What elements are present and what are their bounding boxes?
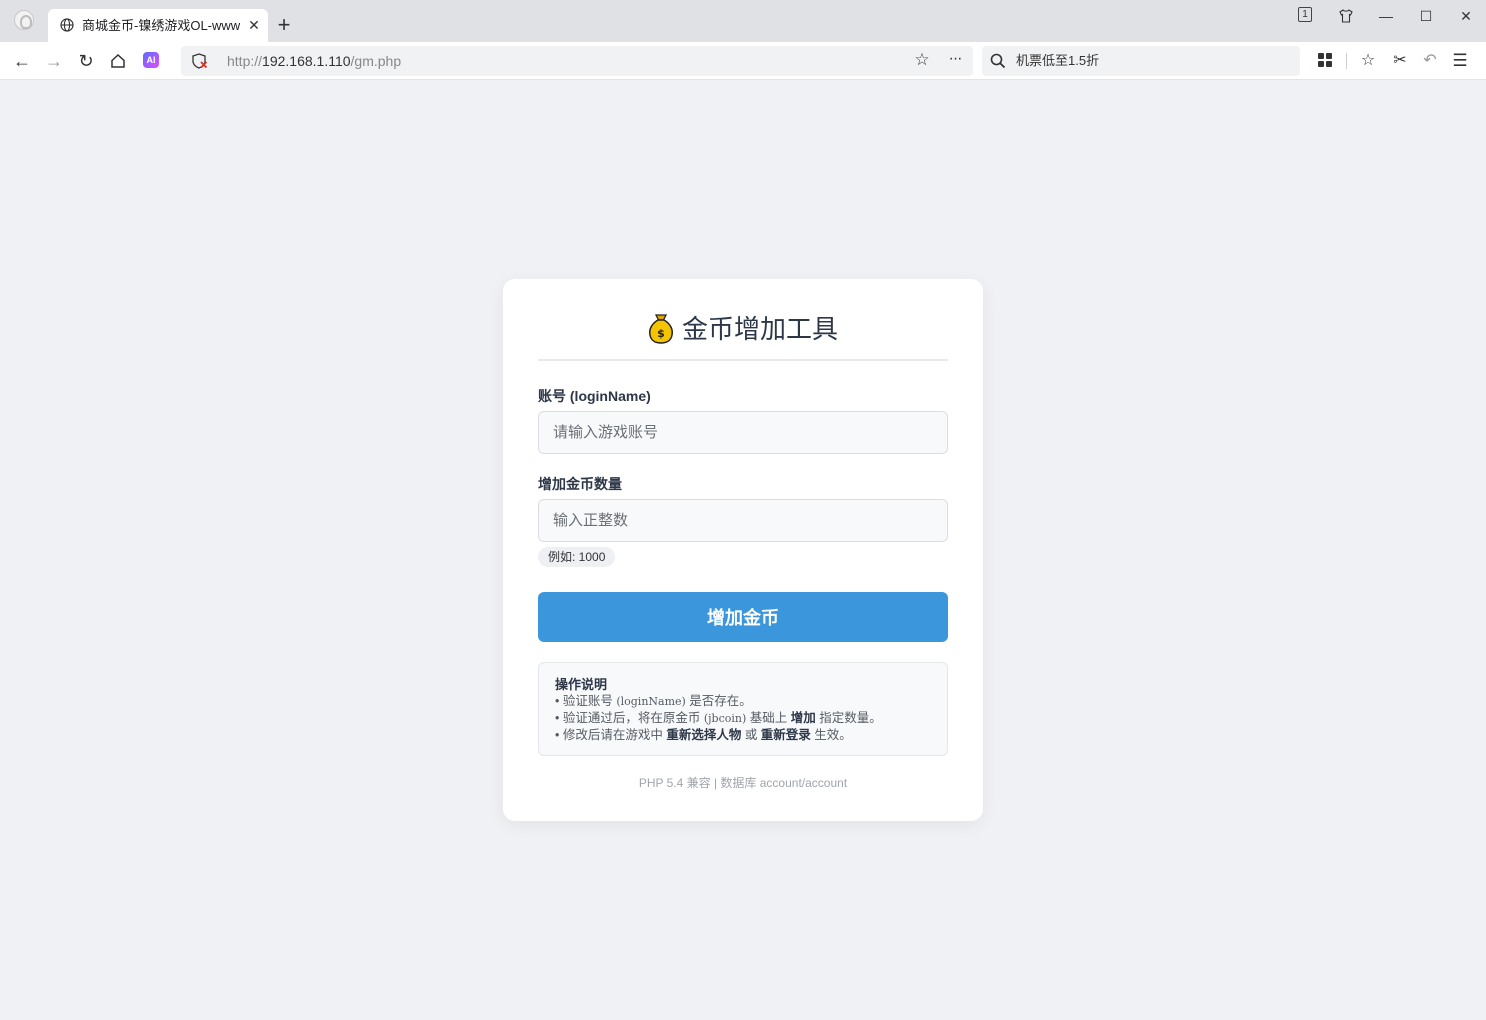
insecure-shield-icon[interactable]	[192, 53, 208, 69]
shirt-skin-icon[interactable]	[1334, 6, 1358, 26]
scissors-icon[interactable]: ✂	[1389, 50, 1411, 72]
favorites-list-icon[interactable]: ☆	[1357, 50, 1379, 72]
search-icon	[990, 53, 1006, 69]
back-icon[interactable]: ←	[11, 50, 33, 72]
url-text[interactable]: http://192.168.1.110/gm.php	[227, 53, 401, 69]
instructions-box: 操作说明 • 验证账号 (loginName) 是否存在。 • 验证通过后，将在…	[538, 662, 948, 756]
menu-icon[interactable]: ☰	[1449, 50, 1471, 72]
add-coins-button[interactable]: 增加金币	[538, 592, 948, 642]
apps-grid-icon[interactable]	[1318, 53, 1332, 67]
more-options-icon[interactable]: ···	[945, 50, 965, 70]
svg-text:$: $	[657, 327, 665, 340]
browser-toolbar: ← → ↻ AI http://192.168.1.110/gm.php ☆ ·…	[0, 42, 1486, 80]
new-tab-button[interactable]: +	[274, 14, 294, 36]
undo-icon[interactable]: ↶	[1419, 50, 1441, 72]
url-path: /gm.php	[350, 53, 402, 69]
ai-assistant-icon[interactable]: AI	[143, 52, 159, 68]
amount-label: 增加金币数量	[538, 476, 622, 492]
reload-icon[interactable]: ↻	[75, 50, 97, 72]
instructions-title: 操作说明	[555, 677, 608, 692]
browser-tab-active[interactable]: 商城金币-镍绣游戏OL-www. ✕	[48, 9, 268, 42]
coin-tool-card: $ 金币增加工具 账号 (loginName) 增加金币数量 例如: 1000 …	[503, 279, 983, 821]
account-label: 账号 (loginName)	[538, 388, 651, 404]
tab-title: 商城金币-镍绣游戏OL-www.	[82, 18, 240, 33]
account-input[interactable]	[538, 411, 948, 454]
money-bag-icon: $	[649, 314, 673, 344]
tab-count-badge[interactable]: 1	[1298, 7, 1312, 22]
home-icon[interactable]	[107, 50, 129, 72]
globe-icon	[60, 18, 74, 32]
browser-tab-strip: 商城金币-镍绣游戏OL-www. ✕ + 1 — ☐ ✕	[0, 0, 1486, 42]
url-scheme: http://	[227, 53, 263, 69]
page-title: $ 金币增加工具	[538, 309, 948, 349]
browser-logo-icon[interactable]	[14, 10, 34, 30]
maximize-button[interactable]: ☐	[1414, 6, 1438, 26]
tab-close-icon[interactable]: ✕	[247, 18, 261, 32]
bookmark-star-icon[interactable]: ☆	[912, 50, 932, 70]
minimize-button[interactable]: —	[1374, 6, 1398, 26]
toolbar-divider	[1346, 53, 1347, 69]
instruction-line: • 验证账号 (loginName) 是否存在。	[555, 694, 752, 708]
close-window-button[interactable]: ✕	[1454, 6, 1478, 26]
amount-input[interactable]	[538, 499, 948, 542]
title-divider	[538, 359, 948, 361]
instruction-line: • 修改后请在游戏中 重新选择人物 或 重新登录 生效。	[555, 728, 852, 742]
search-suggestion: 机票低至1.5折	[1016, 53, 1100, 68]
url-host: 192.168.1.110	[262, 53, 351, 69]
amount-example-hint: 例如: 1000	[538, 547, 616, 567]
footer-note: PHP 5.4 兼容 | 数据库 account/account	[638, 776, 848, 790]
instruction-line: • 验证通过后，将在原金币 (jbcoin) 基础上 增加 指定数量。	[555, 711, 882, 725]
page-title-text: 金币增加工具	[681, 314, 838, 344]
search-box[interactable]: 机票低至1.5折	[982, 46, 1300, 76]
address-bar[interactable]: http://192.168.1.110/gm.php ☆ ···	[181, 46, 973, 76]
forward-icon[interactable]: →	[43, 50, 65, 72]
